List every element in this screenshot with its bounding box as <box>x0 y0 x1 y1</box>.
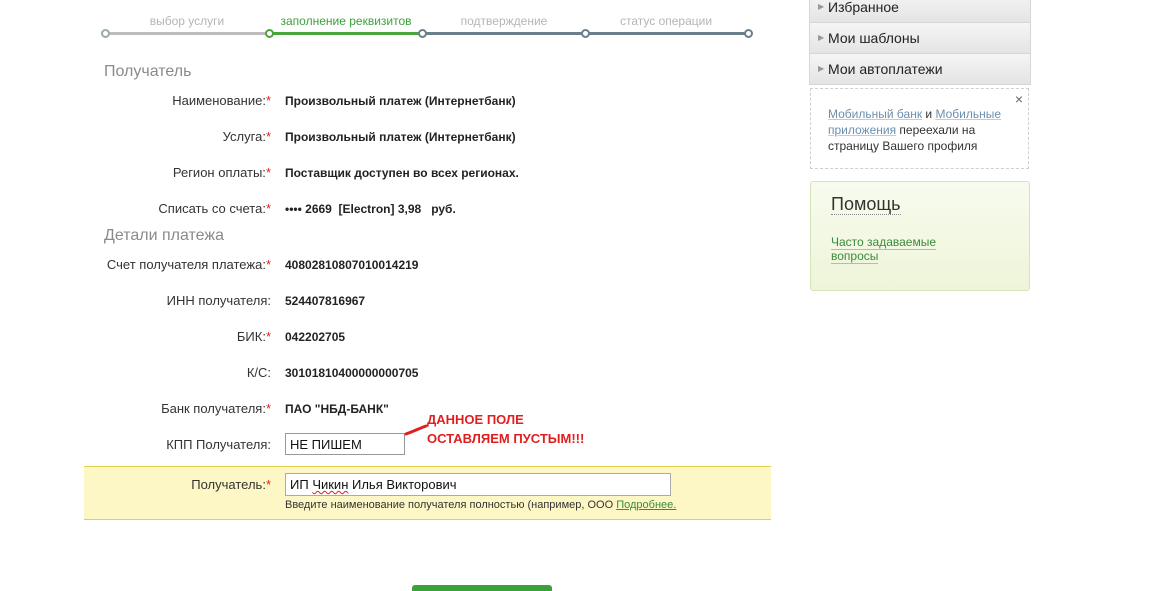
required-marker: * <box>265 129 271 144</box>
annotation-line-2: ОСТАВЛЯЕМ ПУСТЫМ!!! <box>427 431 585 446</box>
required-marker: * <box>265 477 271 492</box>
region-label: Регион оплаты:* <box>172 165 271 180</box>
step-connector <box>423 32 586 35</box>
region-value: Поставщик доступен во всех регионах. <box>285 166 519 180</box>
info-notice: × Мобильный банк и Мобильные приложения … <box>810 88 1029 169</box>
corr-account-label: К/С: <box>246 365 271 380</box>
recipient-account-label: Счет получателя платежа:* <box>106 257 271 272</box>
misspelled-word: Чикин <box>312 477 349 492</box>
name-value: Произвольный платеж (Интернетбанк) <box>285 94 516 108</box>
required-marker: * <box>265 93 271 108</box>
service-label: Услуга:* <box>222 129 271 144</box>
continue-button[interactable] <box>412 585 552 591</box>
debit-account-value: •••• 2669 [Electron] 3,98 руб. <box>285 202 456 216</box>
triangle-right-icon: ▶ <box>818 2 825 11</box>
step-marker <box>101 29 110 38</box>
name-label: Наименование:* <box>172 93 271 108</box>
step-confirmation: подтверждение <box>460 14 548 28</box>
required-marker: * <box>265 401 271 416</box>
required-marker: * <box>265 257 271 272</box>
bik-label: БИК:* <box>236 329 271 344</box>
corr-account-value: 30101810400000000705 <box>285 366 419 380</box>
step-fill-details: заполнение реквизитов <box>280 14 412 28</box>
step-marker <box>744 29 753 38</box>
recipient-label: Получатель:* <box>191 477 271 492</box>
step-marker <box>265 29 274 38</box>
inn-value: 524407816967 <box>285 294 366 308</box>
recipient-section-title: Получатель <box>104 63 192 80</box>
step-marker <box>581 29 590 38</box>
step-connector <box>270 32 423 35</box>
recipient-input[interactable]: ИП Чикин Илья Викторович <box>285 473 671 496</box>
debit-account-label: Списать со счета:* <box>158 201 271 216</box>
step-select-service: выбор услуги <box>149 14 225 28</box>
bik-value: 042202705 <box>285 330 346 344</box>
annotation-note: ДАННОЕ ПОЛЕ ОСТАВЛЯЕМ ПУСТЫМ!!! <box>427 410 584 448</box>
close-icon[interactable]: × <box>1015 91 1023 107</box>
help-panel: Помощь Часто задаваемые вопросы <box>810 181 1030 291</box>
faq-link[interactable]: Часто задаваемые вопросы <box>831 235 951 264</box>
sidebar-item-autopayments[interactable]: ▶ Мои автоплатежи <box>809 54 1031 85</box>
required-marker: * <box>265 329 271 344</box>
help-title: Помощь <box>831 194 901 215</box>
recipient-hint: Введите наименование получателя полность… <box>285 499 677 511</box>
annotation-line-1: ДАННОЕ ПОЛЕ <box>427 412 524 427</box>
details-section-title: Детали платежа <box>104 227 224 244</box>
service-value: Произвольный платеж (Интернетбанк) <box>285 130 516 144</box>
annotation-stroke <box>404 424 428 436</box>
required-marker: * <box>265 165 271 180</box>
triangle-right-icon: ▶ <box>818 64 825 73</box>
bank-label: Банк получателя:* <box>161 401 271 416</box>
sidebar-item-favorites[interactable]: ▶ Избранное <box>809 0 1031 23</box>
triangle-right-icon: ▶ <box>818 33 825 42</box>
mobile-bank-link[interactable]: Мобильный банк <box>828 107 922 121</box>
more-info-link[interactable]: Подробнее. <box>616 499 676 511</box>
bank-value: ПАО "НБД-БАНК" <box>285 402 389 416</box>
step-connector <box>105 32 270 35</box>
required-marker: * <box>265 201 271 216</box>
inn-label: ИНН получателя: <box>166 293 271 308</box>
step-connector <box>586 32 749 35</box>
kpp-label: КПП Получателя: <box>166 437 271 452</box>
sidebar-item-templates[interactable]: ▶ Мои шаблоны <box>809 23 1031 54</box>
progress-steps: выбор услуги заполнение реквизитов подтв… <box>100 0 756 44</box>
kpp-input[interactable] <box>285 433 405 455</box>
recipient-account-value: 40802810807010014219 <box>285 258 419 272</box>
step-marker <box>418 29 427 38</box>
step-operation-status: статус операции <box>619 14 713 28</box>
sidebar-menu: ▶ Избранное ▶ Мои шаблоны ▶ Мои автоплатежи <box>809 0 1031 85</box>
